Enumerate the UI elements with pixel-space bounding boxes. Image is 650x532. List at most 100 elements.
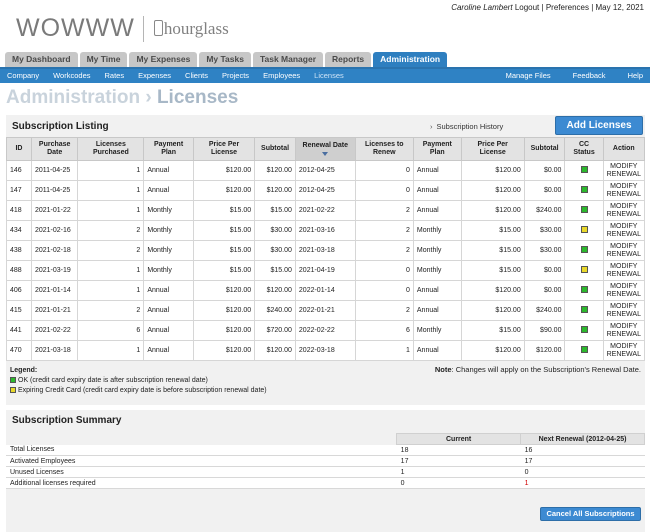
summary-row: Activated Employees 17 17 bbox=[6, 455, 645, 467]
cell-purchased: 1 bbox=[77, 260, 145, 281]
legend-ok: OK (credit card expiry date is after sub… bbox=[18, 377, 208, 384]
summary-title: Subscription Summary bbox=[12, 415, 122, 426]
summary-current: 17 bbox=[396, 455, 521, 467]
status-ok-icon bbox=[580, 206, 588, 214]
status-ok-icon bbox=[580, 166, 588, 174]
cell-cc-status bbox=[564, 180, 604, 201]
modify-renewal-link[interactable]: MODIFY RENEWAL bbox=[602, 320, 646, 341]
cell-subtotal: $30.00 bbox=[254, 220, 296, 241]
status-ok-icon bbox=[580, 326, 588, 334]
tab-reports[interactable]: Reports bbox=[325, 52, 372, 67]
status-expiring-icon bbox=[580, 266, 588, 274]
subnav-help[interactable]: Help bbox=[628, 71, 643, 80]
column-header-label: Purchase Date bbox=[38, 141, 71, 156]
table-row: 147 2011-04-25 1 Annual $120.00 $120.00 2012-0… bbox=[6, 180, 646, 201]
table-row: 470 2021-03-18 1 Annual $120.00 $120.00 2022-0… bbox=[6, 340, 646, 361]
cell-subtotal: $120.00 bbox=[254, 280, 296, 301]
logout-link[interactable]: Logout bbox=[515, 3, 539, 12]
subnav-manage-files[interactable]: Manage Files bbox=[506, 71, 551, 80]
column-header: Subtotal bbox=[254, 137, 296, 161]
column-header-label: Price Per License bbox=[477, 141, 508, 156]
cell-purchase-date: 2021-03-18 bbox=[30, 340, 79, 361]
cell-plan: Annual bbox=[143, 280, 194, 301]
column-header-label: Licenses Purchased bbox=[92, 141, 129, 156]
cell-id: 434 bbox=[6, 220, 32, 241]
cell-renew-plan: Annual bbox=[412, 300, 462, 321]
cell-subtotal: $120.00 bbox=[254, 340, 296, 361]
cell-renew-price: $15.00 bbox=[460, 240, 525, 261]
sort-desc-icon[interactable] bbox=[322, 152, 329, 156]
cell-cc-status bbox=[564, 220, 604, 241]
summary-row: Total Licenses 18 16 bbox=[6, 444, 645, 456]
tab-task-manager[interactable]: Task Manager bbox=[252, 52, 324, 67]
cell-cc-status bbox=[564, 280, 604, 301]
tab-my-tasks[interactable]: My Tasks bbox=[199, 52, 251, 67]
subnav-workcodes[interactable]: Workcodes bbox=[53, 71, 90, 80]
modify-renewal-link[interactable]: MODIFY RENEWAL bbox=[602, 200, 646, 221]
subnav-licenses[interactable]: Licenses bbox=[314, 71, 344, 80]
table-body: 146 2011-04-25 1 Annual $120.00 $120.00 2012-0… bbox=[6, 160, 646, 361]
cell-renewal-date: 2022-02-22 bbox=[294, 320, 356, 341]
summary-label: Unused Licenses bbox=[6, 466, 397, 478]
cancel-all-subscriptions-button[interactable]: Cancel All Subscriptions bbox=[540, 507, 641, 521]
subscription-history-link[interactable]: Subscription History bbox=[430, 122, 504, 131]
tab-administration[interactable]: Administration bbox=[373, 52, 448, 67]
legend-title: Legend: bbox=[10, 367, 38, 374]
tab-my-dashboard[interactable]: My Dashboard bbox=[5, 52, 78, 67]
cell-renew-count: 2 bbox=[354, 200, 414, 221]
cell-purchased: 6 bbox=[77, 320, 145, 341]
column-header: Action bbox=[602, 137, 646, 161]
legend-expiring: Expiring Credit Card (credit card expiry… bbox=[18, 387, 267, 394]
modify-renewal-link[interactable]: MODIFY RENEWAL bbox=[602, 220, 646, 241]
cell-id: 406 bbox=[6, 280, 32, 301]
cell-purchased: 1 bbox=[77, 340, 145, 361]
status-ok-icon bbox=[580, 286, 588, 294]
modify-renewal-link[interactable]: MODIFY RENEWAL bbox=[602, 300, 646, 321]
column-header: Payment Plan bbox=[143, 137, 194, 161]
cell-renew-price: $15.00 bbox=[460, 260, 525, 281]
subnav-rates[interactable]: Rates bbox=[105, 71, 125, 80]
summary-current: 18 bbox=[396, 444, 521, 456]
cell-renew-plan: Annual bbox=[412, 160, 462, 181]
partner-logo-text: hourglass bbox=[163, 18, 229, 38]
subnav-expenses[interactable]: Expenses bbox=[138, 71, 171, 80]
cell-renew-count: 0 bbox=[354, 260, 414, 281]
subnav-feedback[interactable]: Feedback bbox=[573, 71, 606, 80]
cell-renew-plan: Monthly bbox=[412, 260, 462, 281]
cell-purchased: 2 bbox=[77, 240, 145, 261]
cell-plan: Monthly bbox=[143, 260, 194, 281]
cell-purchase-date: 2021-02-16 bbox=[30, 220, 79, 241]
column-header: CC Status bbox=[564, 137, 604, 161]
modify-renewal-link[interactable]: MODIFY RENEWAL bbox=[602, 240, 646, 261]
cell-subtotal: $15.00 bbox=[254, 200, 296, 221]
modify-renewal-link[interactable]: MODIFY RENEWAL bbox=[602, 260, 646, 281]
column-header: Payment Plan bbox=[412, 137, 462, 161]
cell-renew-price: $120.00 bbox=[460, 300, 525, 321]
cell-id: 438 bbox=[6, 240, 32, 261]
subscription-listing-panel: Subscription Listing Subscription Histor… bbox=[6, 115, 646, 405]
tab-my-time[interactable]: My Time bbox=[79, 52, 128, 67]
note-label: Note bbox=[434, 365, 452, 374]
separator: | bbox=[541, 3, 544, 12]
status-ok-icon bbox=[10, 377, 16, 383]
tab-my-expenses[interactable]: My Expenses bbox=[129, 52, 198, 67]
modify-renewal-link[interactable]: MODIFY RENEWAL bbox=[602, 180, 646, 201]
add-licenses-button[interactable]: Add Licenses bbox=[555, 116, 643, 135]
subnav-employees[interactable]: Employees bbox=[263, 71, 300, 80]
table-row: 146 2011-04-25 1 Annual $120.00 $120.00 2012-0… bbox=[6, 160, 646, 181]
modify-renewal-link[interactable]: MODIFY RENEWAL bbox=[602, 280, 646, 301]
table-row: 406 2021-01-14 1 Annual $120.00 $120.00 2022-0… bbox=[6, 280, 646, 301]
cell-plan: Annual bbox=[143, 300, 194, 321]
subnav-projects[interactable]: Projects bbox=[222, 71, 249, 80]
subnav-company[interactable]: Company bbox=[7, 71, 39, 80]
subnav-clients[interactable]: Clients bbox=[185, 71, 208, 80]
cell-price: $15.00 bbox=[192, 240, 256, 261]
column-header: Price Per License bbox=[192, 137, 256, 161]
page-title-section: Administration bbox=[6, 87, 141, 108]
modify-renewal-link[interactable]: MODIFY RENEWAL bbox=[602, 340, 646, 361]
summary-next: 0 bbox=[520, 466, 645, 478]
column-header[interactable]: Renewal Date bbox=[294, 137, 356, 161]
modify-renewal-link[interactable]: MODIFY RENEWAL bbox=[602, 160, 646, 181]
table-row: 418 2021-01-22 1 Monthly $15.00 $15.00 2021-02… bbox=[6, 200, 646, 221]
preferences-link[interactable]: Preferences bbox=[546, 3, 589, 12]
